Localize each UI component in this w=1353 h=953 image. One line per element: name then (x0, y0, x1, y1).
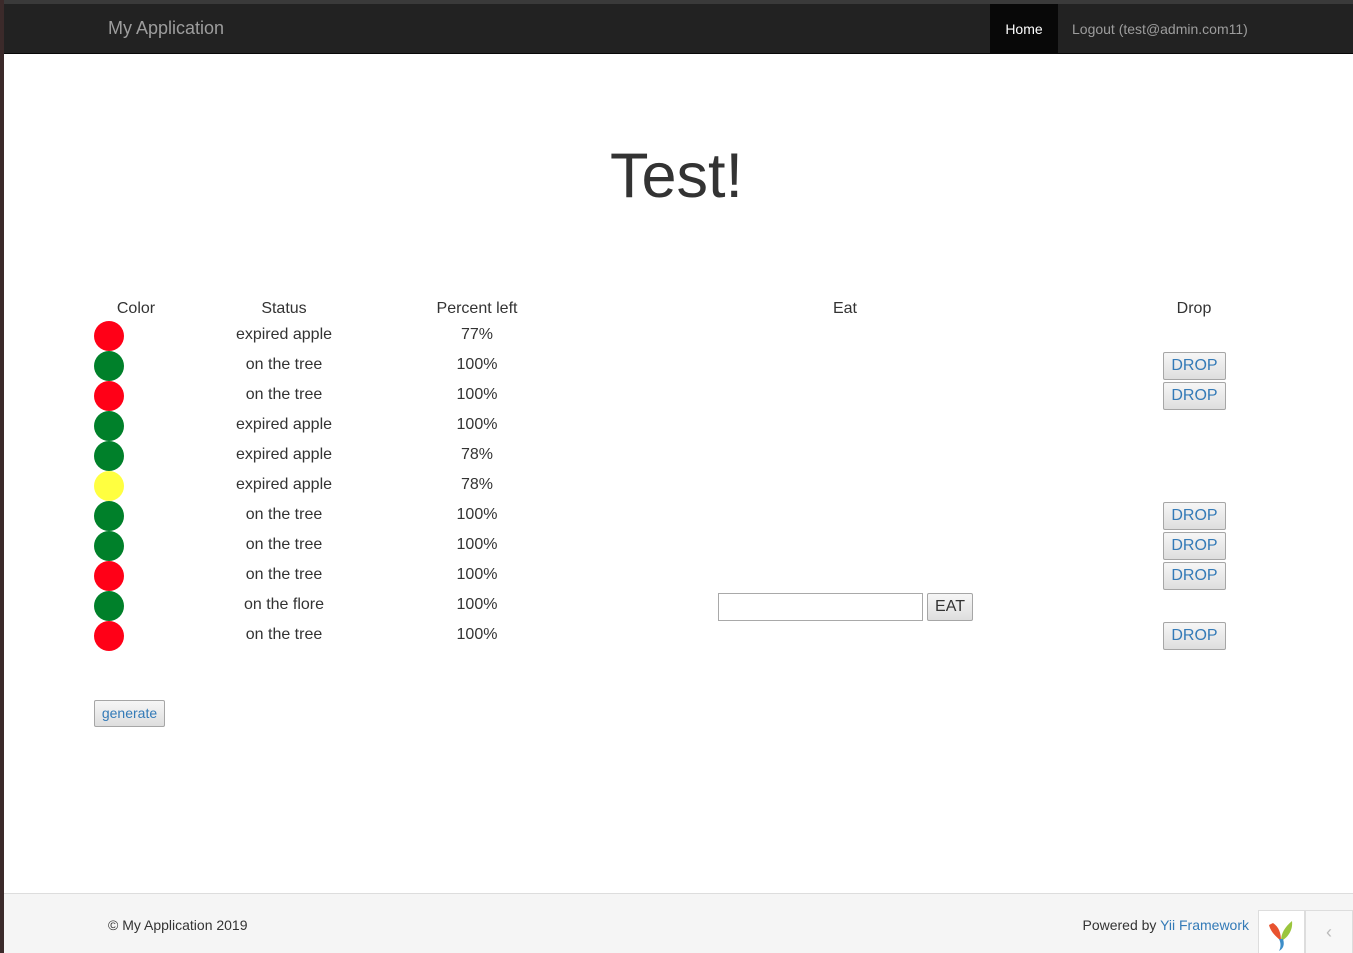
status-cell: expired apple (235, 416, 333, 433)
footer: © My Application 2019 Powered by Yii Fra… (4, 893, 1353, 953)
apple-color-dot (94, 381, 124, 411)
table-row: on the tree 100% DROP (0, 501, 1353, 531)
apple-color-dot (94, 621, 124, 651)
percent-cell: 100% (456, 626, 498, 643)
nav-home[interactable]: Home (990, 4, 1058, 54)
page-title: Test! (609, 141, 744, 211)
debug-toolbar-logo[interactable] (1258, 910, 1305, 953)
yii-logo-icon (1269, 921, 1293, 951)
apple-color-dot (94, 351, 124, 381)
yii-framework-link[interactable]: Yii Framework (1160, 917, 1249, 933)
table-row: on the flore 100% EAT (0, 591, 1353, 621)
table-row: expired apple 78% (0, 441, 1353, 471)
powered-prefix: Powered by (1082, 917, 1161, 933)
percent-cell: 100% (456, 386, 498, 403)
navbar: My Application Home Logout (test@admin.c… (4, 4, 1353, 54)
table-row: on the tree 100% DROP (0, 621, 1353, 651)
apple-color-dot (94, 321, 124, 351)
apple-color-dot (94, 471, 124, 501)
status-cell: expired apple (235, 476, 333, 493)
percent-cell: 100% (456, 566, 498, 583)
brand-link[interactable]: My Application (108, 18, 224, 39)
percent-cell: 100% (456, 536, 498, 553)
footer-copyright: © My Application 2019 (108, 917, 248, 933)
status-cell: on the tree (245, 536, 323, 553)
header-eat: Eat (832, 300, 857, 317)
drop-button[interactable]: DROP (1163, 622, 1226, 650)
apple-color-dot (94, 531, 124, 561)
status-cell: on the flore (243, 596, 325, 613)
apple-color-dot (94, 501, 124, 531)
generate-button[interactable]: generate (94, 700, 165, 727)
drop-button[interactable]: DROP (1163, 502, 1226, 530)
apple-color-dot (94, 591, 124, 621)
drop-button[interactable]: DROP (1163, 562, 1226, 590)
drop-button[interactable]: DROP (1163, 532, 1226, 560)
drop-button[interactable]: DROP (1163, 352, 1226, 380)
header-drop: Drop (1176, 300, 1212, 317)
debug-toolbar-toggle[interactable]: ‹ (1305, 910, 1353, 953)
status-cell: on the tree (245, 386, 323, 403)
apple-color-dot (94, 561, 124, 591)
table-row: on the tree 100% DROP (0, 381, 1353, 411)
apple-color-dot (94, 411, 124, 441)
apple-color-dot (94, 441, 124, 471)
status-cell: on the tree (245, 356, 323, 373)
footer-powered: Powered by Yii Framework (1082, 917, 1249, 933)
nav-logout[interactable]: Logout (test@admin.com11) (1072, 4, 1248, 54)
table-row: expired apple 78% (0, 471, 1353, 501)
status-cell: on the tree (245, 566, 323, 583)
status-cell: on the tree (245, 626, 323, 643)
drop-button[interactable]: DROP (1163, 382, 1226, 410)
eat-amount-input[interactable] (718, 593, 923, 621)
percent-cell: 100% (456, 596, 498, 613)
status-cell: expired apple (235, 446, 333, 463)
table-row: on the tree 100% DROP (0, 351, 1353, 381)
status-cell: on the tree (245, 506, 323, 523)
eat-button[interactable]: EAT (927, 593, 973, 621)
table-row: on the tree 100% DROP (0, 531, 1353, 561)
header-color: Color (116, 300, 156, 317)
percent-cell: 77% (460, 326, 494, 343)
percent-cell: 100% (456, 356, 498, 373)
percent-cell: 100% (456, 506, 498, 523)
table-row: on the tree 100% DROP (0, 561, 1353, 591)
percent-cell: 100% (456, 416, 498, 433)
table-row: expired apple 100% (0, 411, 1353, 441)
status-cell: expired apple (235, 326, 333, 343)
percent-cell: 78% (460, 476, 494, 493)
header-status: Status (261, 300, 307, 317)
table-row: expired apple 77% (0, 321, 1353, 351)
header-percent: Percent left (436, 300, 518, 317)
chevron-left-icon: ‹ (1326, 922, 1332, 942)
percent-cell: 78% (460, 446, 494, 463)
